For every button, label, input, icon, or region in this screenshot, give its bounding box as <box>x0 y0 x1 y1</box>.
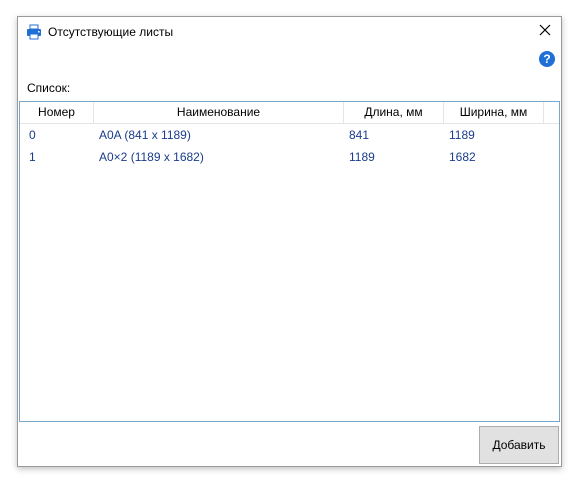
close-button[interactable] <box>529 17 561 47</box>
close-icon <box>539 23 551 41</box>
title-bar: Отсутствующие листы <box>18 17 561 47</box>
cell-width: 1189 <box>449 128 475 142</box>
column-header-length[interactable]: Длина, мм <box>344 102 444 123</box>
cell-width: 1682 <box>449 150 476 164</box>
cell-number: 1 <box>29 150 36 164</box>
table-row[interactable]: 1 A0×2 (1189 x 1682) 1189 1682 <box>20 146 559 168</box>
sheets-table[interactable]: Номер Наименование Длина, мм Ширина, мм … <box>19 101 560 422</box>
table-header: Номер Наименование Длина, мм Ширина, мм <box>20 102 559 124</box>
column-header-width[interactable]: Ширина, мм <box>444 102 544 123</box>
printer-icon <box>26 24 42 40</box>
column-header-filler <box>544 102 559 123</box>
cell-name: A0×2 (1189 x 1682) <box>99 150 204 164</box>
table-row[interactable]: 0 A0A (841 x 1189) 841 1189 <box>20 124 559 146</box>
cell-name: A0A (841 x 1189) <box>99 128 191 142</box>
help-icon: ? <box>543 52 551 66</box>
window-title: Отсутствующие листы <box>48 25 174 39</box>
dialog-footer: Добавить <box>18 422 561 466</box>
add-button[interactable]: Добавить <box>479 426 559 464</box>
cell-length: 841 <box>349 128 370 142</box>
dialog-window: Отсутствующие листы ? Список: Номер Наим… <box>17 16 562 467</box>
help-button[interactable]: ? <box>539 51 555 67</box>
cell-number: 0 <box>29 128 36 142</box>
column-header-number[interactable]: Номер <box>20 102 94 123</box>
list-label: Список: <box>27 81 71 95</box>
column-header-name[interactable]: Наименование <box>94 102 344 123</box>
cell-length: 1189 <box>349 150 375 164</box>
